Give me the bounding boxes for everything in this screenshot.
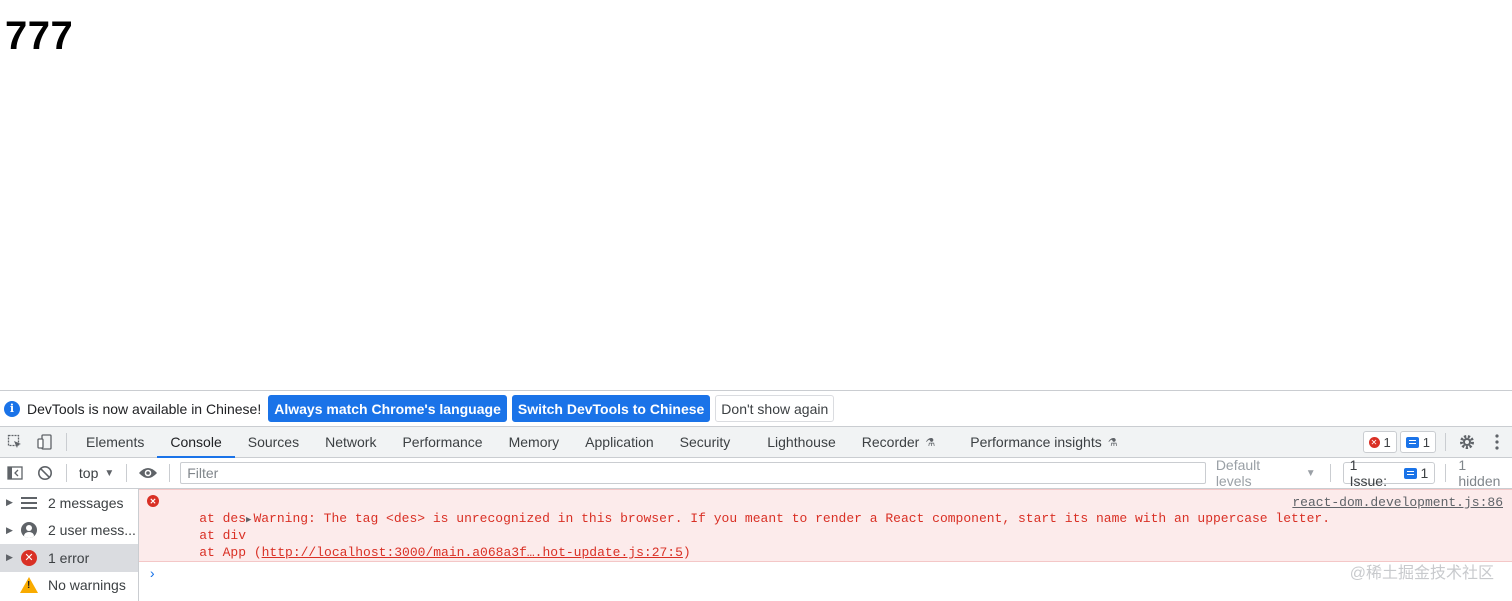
toolbar-divider <box>126 464 128 482</box>
infobar-message: DevTools is now available in Chinese! <box>27 400 262 417</box>
toolbar-divider <box>1329 464 1331 482</box>
page-heading: 777 <box>5 14 74 58</box>
clear-console-icon[interactable] <box>30 458 60 488</box>
message-icon <box>1405 436 1419 448</box>
toolbar-divider <box>1445 464 1447 482</box>
stack-frame-prefix: at App ( <box>168 545 262 560</box>
user-icon <box>20 521 38 539</box>
error-icon: ✕ <box>20 549 38 567</box>
tab-lighthouse[interactable]: Lighthouse <box>754 427 849 457</box>
expand-triangle-icon: ▶ <box>246 515 252 525</box>
stack-frame: at des <box>168 511 247 526</box>
hidden-messages-count: 1 hidden <box>1458 457 1501 489</box>
devtools-panel: i DevTools is now available in Chinese! … <box>0 390 1512 601</box>
sidebar-item-label: 2 user mess... <box>48 522 136 539</box>
sidebar-item-label: 2 messages <box>48 494 124 511</box>
console-error-message: ✕ ▶ Warning: The tag <des> is unrecognize… <box>139 489 1512 562</box>
sidebar-item-label: 1 error <box>48 549 90 566</box>
issues-label: 1 Issue: <box>1349 457 1387 489</box>
tab-performance-insights[interactable]: Performance insights ⚗ <box>957 427 1130 457</box>
expand-triangle-icon: ▶ <box>6 524 13 535</box>
tab-console[interactable]: Console <box>157 427 236 458</box>
dont-show-again-button[interactable]: Don't show again <box>715 395 835 422</box>
stack-frame: at App (http://localhost:3000/main.a068a… <box>168 545 691 561</box>
dropdown-arrow-icon: ▼ <box>1305 467 1316 479</box>
language-infobar: i DevTools is now available in Chinese! … <box>0 391 1512 427</box>
message-icon <box>1403 467 1417 479</box>
experiment-flask-icon: ⚗ <box>925 436 936 449</box>
console-body: ▶ 2 messages ▶ 2 user mess... ▶ ✕ 1 erro… <box>0 489 1512 601</box>
console-toolbar: top ▼ Default levels ▼ 1 Issue: 1 1 hidd… <box>0 457 1512 489</box>
stack-frame-link[interactable]: http://localhost:3000/main.a068a3f….hot-… <box>262 545 683 560</box>
context-selector[interactable]: top ▼ <box>73 465 120 481</box>
log-levels-label: Default levels <box>1215 457 1261 489</box>
info-icon: i <box>4 400 20 417</box>
expand-triangle-icon: ▶ <box>6 552 13 563</box>
list-icon <box>20 494 38 512</box>
error-message-line[interactable]: ▶ Warning: The tag <des> is unrecognized … <box>168 495 1330 544</box>
toolbar-divider <box>66 433 67 451</box>
stack-frame: at div <box>168 528 247 543</box>
error-message-text: Warning: The tag <des> is unrecognized i… <box>253 511 1331 526</box>
toolbar-divider <box>1445 433 1446 451</box>
toolbar-divider <box>65 464 67 482</box>
tab-security[interactable]: Security <box>667 427 755 457</box>
page-viewport: 777 <box>0 0 1512 390</box>
tab-sources[interactable]: Sources <box>235 427 312 457</box>
experiment-flask-icon: ⚗ <box>1107 436 1118 449</box>
source-location-link[interactable]: react-dom.development.js:86 <box>1292 495 1503 510</box>
tab-elements[interactable]: Elements <box>73 427 157 457</box>
inspect-element-icon[interactable] <box>0 427 30 457</box>
console-sidebar: ▶ 2 messages ▶ 2 user mess... ▶ ✕ 1 erro… <box>0 489 139 601</box>
sidebar-item-label: No warnings <box>48 577 126 594</box>
device-toolbar-icon[interactable] <box>30 427 60 457</box>
log-levels-dropdown[interactable]: Default levels ▼ <box>1216 457 1316 489</box>
error-count: 1 <box>1383 434 1391 450</box>
stack-frame-suffix: ) <box>682 545 691 560</box>
issues-count: 1 <box>1420 465 1429 481</box>
console-prompt[interactable]: › <box>148 567 156 583</box>
message-count-badge[interactable]: 1 <box>1399 431 1436 453</box>
console-messages: ✕ ▶ Warning: The tag <des> is unrecognize… <box>139 489 1512 601</box>
settings-gear-icon[interactable] <box>1452 427 1482 457</box>
dropdown-arrow-icon: ▼ <box>104 467 115 479</box>
sidebar-item-errors[interactable]: ▶ ✕ 1 error <box>0 544 138 572</box>
tab-performance[interactable]: Performance <box>389 427 495 457</box>
console-filter-input[interactable] <box>180 462 1206 484</box>
sidebar-item-warnings[interactable]: No warnings <box>0 572 138 600</box>
main-tabbar: Elements Console Sources Network Perform… <box>0 427 1512 458</box>
error-count-badge[interactable]: ✕ 1 <box>1362 431 1397 453</box>
more-options-kebab-icon[interactable] <box>1482 427 1512 457</box>
tab-network[interactable]: Network <box>312 427 389 457</box>
issues-button[interactable]: 1 Issue: 1 <box>1342 457 1436 489</box>
tab-memory[interactable]: Memory <box>496 427 573 457</box>
always-match-language-button[interactable]: Always match Chrome's language <box>268 395 507 422</box>
sidebar-item-messages[interactable]: ▶ 2 messages <box>0 489 138 517</box>
tab-application[interactable]: Application <box>572 427 667 457</box>
toolbar-divider <box>169 464 171 482</box>
tab-recorder-label: Recorder <box>861 434 920 450</box>
message-count: 1 <box>1422 434 1430 450</box>
context-selector-value: top <box>78 465 99 481</box>
expand-triangle-icon: ▶ <box>6 497 13 508</box>
live-expression-eye-icon[interactable] <box>133 458 163 488</box>
switch-devtools-chinese-button[interactable]: Switch DevTools to Chinese <box>511 395 711 422</box>
tab-recorder[interactable]: Recorder ⚗ <box>849 427 957 457</box>
toggle-sidebar-icon[interactable] <box>0 458 30 488</box>
error-icon: ✕ <box>1368 436 1380 448</box>
watermark: @稀土掘金技术社区 <box>1349 565 1494 582</box>
tabbar-right-controls: ✕ 1 1 <box>1362 427 1512 457</box>
warning-icon <box>20 576 38 594</box>
tab-performance-insights-label: Performance insights <box>970 434 1102 450</box>
sidebar-item-user-messages[interactable]: ▶ 2 user mess... <box>0 517 138 545</box>
error-icon: ✕ <box>147 495 159 507</box>
